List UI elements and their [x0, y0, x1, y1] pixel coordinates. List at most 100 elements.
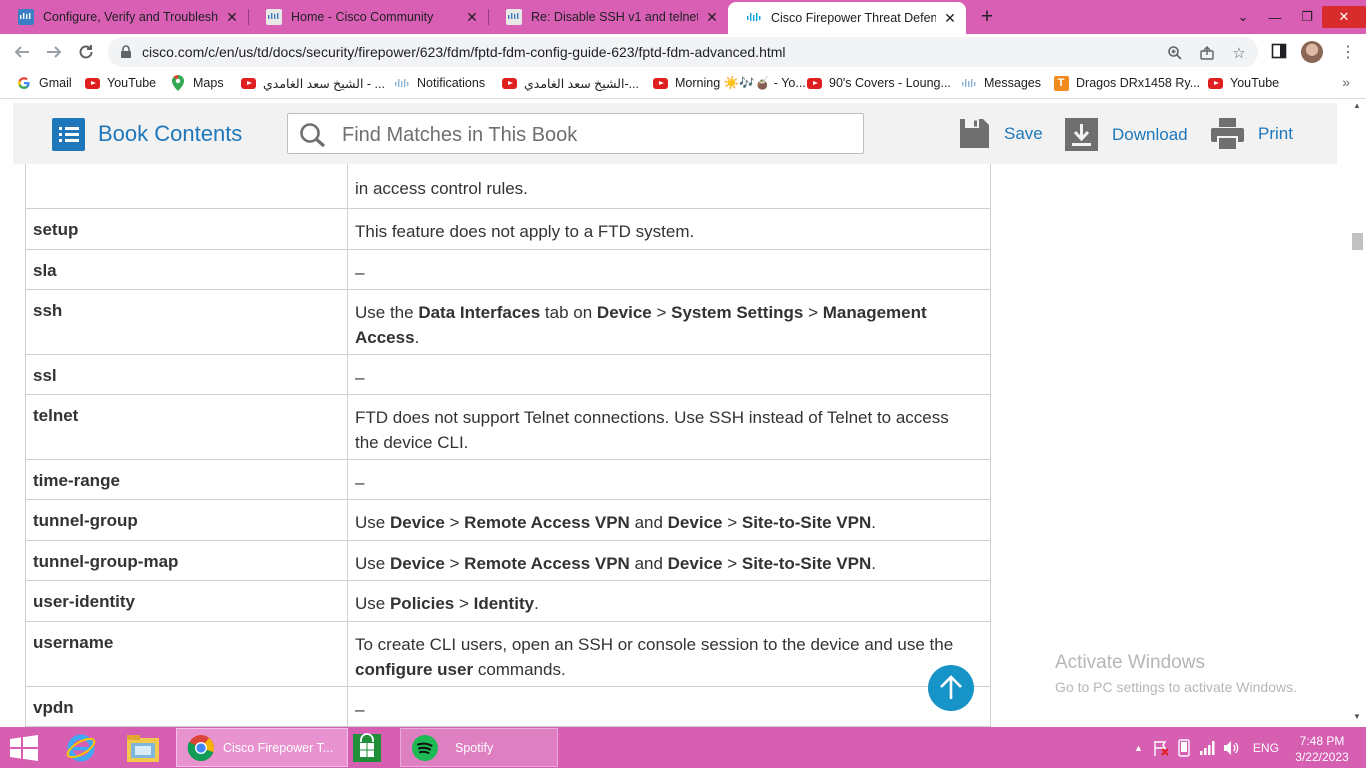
tray-expand-icon[interactable]: ▲ [1134, 743, 1143, 753]
close-tab-icon[interactable]: ✕ [464, 9, 480, 26]
bookmark-gmail[interactable]: Gmail [16, 75, 72, 91]
start-button[interactable] [10, 727, 38, 768]
new-tab-button[interactable]: + [976, 6, 998, 28]
save-button[interactable]: Save [959, 118, 1043, 149]
back-to-top-button[interactable] [928, 665, 974, 711]
close-window-button[interactable]: ✕ [1322, 6, 1366, 28]
taskbar-spotify[interactable]: Spotify [400, 728, 558, 767]
bookmark-dragos[interactable]: T Dragos DRx1458 Ry... [1053, 75, 1200, 91]
spotify-icon [412, 734, 438, 761]
cisco-favicon-icon [961, 75, 977, 91]
address-bar[interactable]: cisco.com/c/en/us/td/docs/security/firep… [108, 37, 1258, 67]
bookmark-messages[interactable]: Messages [961, 75, 1041, 91]
zoom-icon[interactable] [1166, 44, 1184, 62]
bookmark-star-icon[interactable]: ☆ [1230, 44, 1248, 62]
command-cell: setup [26, 209, 348, 249]
table-row: ssl – [25, 355, 991, 395]
back-arrow-icon [14, 46, 29, 58]
bookmark-youtube[interactable]: YouTube [84, 75, 156, 91]
tab-firepower-active[interactable]: Cisco Firepower Threat Defense C ✕ [728, 2, 966, 34]
restore-button[interactable]: ❐ [1292, 7, 1322, 27]
bookmark-youtube-2[interactable]: الشيخ سعد الغامدي - ... [240, 75, 385, 91]
more-bookmarks-icon[interactable]: » [1342, 74, 1350, 90]
tab-title: Home - Cisco Community [291, 10, 434, 24]
description-cell: – [355, 368, 365, 387]
command-cell: sla [26, 250, 348, 289]
bookmark-label: Gmail [39, 76, 72, 90]
system-tray: ▲ ENG [1134, 727, 1279, 768]
file-explorer-icon[interactable] [126, 727, 160, 768]
book-search-input[interactable]: Find Matches in This Book [287, 113, 864, 154]
scroll-up-icon[interactable]: ▲ [1353, 101, 1361, 110]
description-cell: Use the Data Interfaces tab on Device > … [348, 290, 990, 354]
volume-icon[interactable] [1223, 740, 1239, 756]
tab-search-chevron-icon[interactable]: ⌄ [1228, 7, 1258, 27]
close-tab-icon[interactable]: ✕ [942, 10, 958, 27]
youtube-icon [84, 75, 100, 91]
search-placeholder: Find Matches in This Book [342, 124, 578, 146]
taskbar-clock[interactable]: 7:48 PM 3/22/2023 [1292, 733, 1352, 765]
back-button[interactable] [11, 41, 33, 63]
tab-title: Configure, Verify and Troublesho [43, 10, 218, 24]
bookmark-morning[interactable]: Morning ☀️🎶🧉 - Yo... [652, 75, 806, 91]
forward-arrow-icon [47, 46, 62, 58]
command-cell: ssh [26, 290, 348, 354]
tab-cisco-community[interactable]: Home - Cisco Community ✕ [248, 0, 488, 34]
save-disk-icon [960, 119, 989, 148]
watermark-title: Activate Windows [1055, 652, 1205, 673]
bookmark-label: Dragos DRx1458 Ry... [1076, 76, 1201, 90]
bookmark-youtube-3[interactable]: الشيخ سعد الغامدي-... [501, 75, 639, 91]
flag-icon[interactable] [1153, 740, 1169, 756]
bookmark-youtube-4[interactable]: YouTube [1207, 75, 1279, 91]
scroll-down-icon[interactable]: ▼ [1353, 712, 1361, 721]
command-cell: user-identity [26, 581, 348, 621]
ui-path-term: Remote Access VPN [464, 513, 630, 532]
description-text: . [414, 328, 420, 347]
watermark-subtitle: Go to PC settings to activate Windows. [1055, 679, 1297, 695]
description-text: Use [355, 513, 390, 532]
reload-button[interactable] [75, 41, 97, 63]
close-tab-icon[interactable]: ✕ [704, 9, 720, 26]
description-text: > [722, 513, 742, 532]
tab-disable-ssh[interactable]: Re: Disable SSH v1 and telnet on ✕ [488, 0, 728, 34]
print-label: Print [1258, 124, 1293, 143]
taskbar-spotify-label: Spotify [455, 740, 494, 755]
internet-explorer-icon[interactable] [65, 727, 97, 768]
scrollbar-thumb[interactable] [1352, 233, 1363, 250]
ui-path-term: Device [667, 554, 723, 573]
description-cell: FTD does not support Telnet connections.… [355, 408, 949, 452]
profile-avatar[interactable] [1301, 41, 1323, 63]
tab-configure[interactable]: Configure, Verify and Troublesho ✕ [0, 0, 248, 34]
bookmark-maps[interactable]: Maps [170, 75, 224, 91]
store-icon[interactable] [352, 727, 382, 768]
youtube-icon [240, 75, 256, 91]
windows-logo-icon [10, 734, 38, 761]
menu-kebab-icon[interactable]: ⋮ [1340, 42, 1356, 62]
command-cell: username [26, 622, 348, 686]
description-text: . [871, 554, 876, 573]
command-cell: vpdn [26, 687, 348, 726]
signal-icon[interactable] [1199, 740, 1215, 755]
taskbar-chrome[interactable]: Cisco Firepower T... [176, 728, 348, 767]
vertical-scrollbar[interactable]: ▲ ▼ [1349, 99, 1366, 727]
book-contents-list-icon[interactable] [52, 118, 85, 151]
print-button[interactable]: Print [1211, 118, 1293, 150]
book-contents-link[interactable]: Book Contents [98, 121, 242, 147]
reload-icon [79, 45, 93, 59]
bookmark-90s-covers[interactable]: 90's Covers - Loung... [806, 75, 951, 91]
bookmark-label: الشيخ سعد الغامدي-... [524, 76, 640, 91]
share-icon[interactable] [1198, 44, 1216, 62]
chrome-icon [187, 734, 214, 761]
forward-button[interactable] [43, 41, 65, 63]
phone-icon[interactable] [1177, 738, 1191, 757]
side-panel-icon[interactable] [1271, 43, 1287, 59]
download-button[interactable]: Download [1065, 118, 1188, 151]
language-indicator[interactable]: ENG [1253, 741, 1279, 755]
bookmark-notifications[interactable]: Notifications [394, 75, 485, 91]
minimize-button[interactable]: — [1258, 7, 1292, 27]
tab-title: Cisco Firepower Threat Defense C [771, 11, 936, 25]
ui-path-term: Site-to-Site VPN [741, 554, 872, 573]
close-tab-icon[interactable]: ✕ [224, 9, 240, 26]
command-cell: tunnel-group [26, 500, 348, 540]
tab-strip: Configure, Verify and Troublesho ✕ Home … [0, 0, 1366, 34]
